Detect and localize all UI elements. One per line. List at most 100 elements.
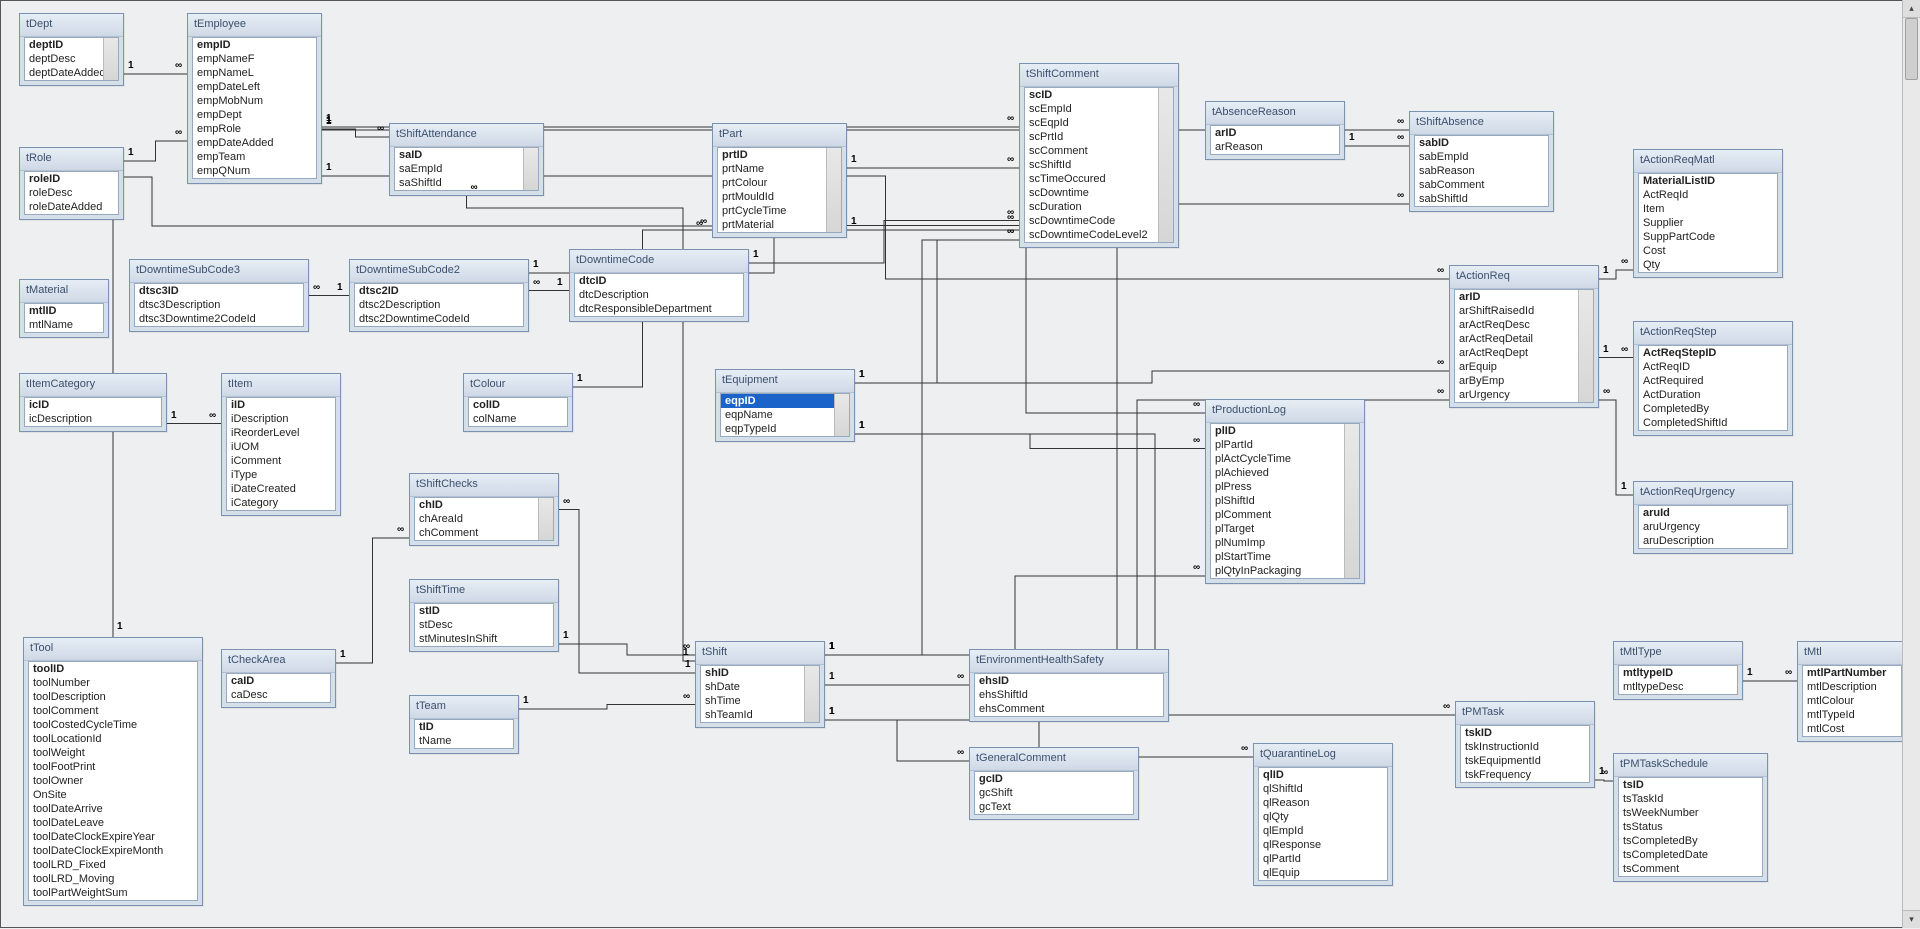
- field-deptID[interactable]: deptID: [25, 38, 118, 52]
- field-list[interactable]: caIDcaDesc: [226, 673, 331, 703]
- field-tsWeekNumber[interactable]: tsWeekNumber: [1619, 806, 1762, 820]
- field-OnSite[interactable]: OnSite: [29, 788, 197, 802]
- table-tShiftChecks[interactable]: tShiftCheckschIDchAreaIdchComment▴▾: [409, 473, 559, 546]
- table-title[interactable]: tItem: [222, 374, 340, 397]
- field-toolDescription[interactable]: toolDescription: [29, 690, 197, 704]
- field-aruDescription[interactable]: aruDescription: [1639, 534, 1787, 548]
- field-saEmpId[interactable]: saEmpId: [395, 162, 538, 176]
- table-title[interactable]: tActionReq: [1450, 266, 1598, 289]
- field-saID[interactable]: saID: [395, 148, 538, 162]
- field-empRole[interactable]: empRole: [193, 122, 316, 136]
- field-qlPartId[interactable]: qlPartId: [1259, 852, 1387, 866]
- field-gcShift[interactable]: gcShift: [975, 786, 1133, 800]
- field-prtID[interactable]: prtID: [718, 148, 841, 162]
- field-arActReqDetail[interactable]: arActReqDetail: [1455, 332, 1593, 346]
- table-title[interactable]: tShiftAbsence: [1410, 112, 1553, 135]
- field-list[interactable]: mtlPartNumbermtlDescriptionmtlColourmtlT…: [1802, 665, 1902, 737]
- field-tsCompletedDate[interactable]: tsCompletedDate: [1619, 848, 1762, 862]
- field-stMinutesInShift[interactable]: stMinutesInShift: [415, 632, 553, 646]
- table-title[interactable]: tEquipment: [716, 370, 854, 393]
- field-list[interactable]: empIDempNameFempNameLempDateLeftempMobNu…: [192, 37, 317, 179]
- table-tPMTaskSchedule[interactable]: tPMTaskScheduletsIDtsTaskIdtsWeekNumbert…: [1613, 753, 1768, 882]
- field-list[interactable]: qlIDqlShiftIdqlReasonqlQtyqlEmpIdqlRespo…: [1258, 767, 1388, 881]
- table-tColour[interactable]: tColourcolIDcolName: [463, 373, 573, 432]
- field-tskFrequency[interactable]: tskFrequency: [1461, 768, 1589, 782]
- field-colName[interactable]: colName: [469, 412, 567, 426]
- field-list[interactable]: saIDsaEmpIdsaShiftId▴▾: [394, 147, 539, 191]
- field-toolDateClockExpireYear[interactable]: toolDateClockExpireYear: [29, 830, 197, 844]
- field-caDesc[interactable]: caDesc: [227, 688, 330, 702]
- field-empID[interactable]: empID: [193, 38, 316, 52]
- field-sabEmpId[interactable]: sabEmpId: [1415, 150, 1548, 164]
- field-list[interactable]: scIDscEmpIdscEqpIdscPrtIdscCommentscShif…: [1024, 87, 1174, 243]
- table-title[interactable]: tQuarantineLog: [1254, 744, 1392, 767]
- table-title[interactable]: tRole: [20, 148, 123, 171]
- table-tShiftComment[interactable]: tShiftCommentscIDscEmpIdscEqpIdscPrtIdsc…: [1019, 63, 1179, 248]
- field-list[interactable]: dtcIDdtcDescriptiondtcResponsibleDepartm…: [574, 273, 744, 317]
- field-gcID[interactable]: gcID: [975, 772, 1133, 786]
- field-dtcID[interactable]: dtcID: [575, 274, 743, 288]
- field-roleDesc[interactable]: roleDesc: [25, 186, 118, 200]
- field-deptDesc[interactable]: deptDesc: [25, 52, 118, 66]
- field-list[interactable]: MaterialListIDActReqIdItemSupplierSuppPa…: [1638, 173, 1778, 273]
- table-tShiftAttendance[interactable]: tShiftAttendancesaIDsaEmpIdsaShiftId▴▾: [389, 123, 544, 196]
- field-arActReqDept[interactable]: arActReqDept: [1455, 346, 1593, 360]
- table-tPMTask[interactable]: tPMTasktskIDtskInstructionIdtskEquipment…: [1455, 701, 1595, 788]
- table-title[interactable]: tShiftComment: [1020, 64, 1178, 87]
- field-tskInstructionId[interactable]: tskInstructionId: [1461, 740, 1589, 754]
- field-chComment[interactable]: chComment: [415, 526, 553, 540]
- field-Supplier[interactable]: Supplier: [1639, 216, 1777, 230]
- field-list[interactable]: prtIDprtNameprtColourprtMouldIdprtCycleT…: [717, 147, 842, 233]
- field-qlQty[interactable]: qlQty: [1259, 810, 1387, 824]
- field-tsTaskId[interactable]: tsTaskId: [1619, 792, 1762, 806]
- field-list[interactable]: plIDplPartIdplActCycleTimeplAchievedplPr…: [1210, 423, 1360, 579]
- table-tDept[interactable]: tDeptdeptIDdeptDescdeptDateAdded▴▾: [19, 13, 124, 86]
- field-mtlName[interactable]: mtlName: [25, 318, 103, 332]
- field-list[interactable]: ActReqStepIDActReqIDActRequiredActDurati…: [1638, 345, 1788, 431]
- table-title[interactable]: tProductionLog: [1206, 400, 1364, 423]
- field-toolPartWeightSum[interactable]: toolPartWeightSum: [29, 886, 197, 900]
- field-iID[interactable]: iID: [227, 398, 335, 412]
- field-plNumImp[interactable]: plNumImp: [1211, 536, 1359, 550]
- table-title[interactable]: tItemCategory: [20, 374, 166, 397]
- field-plID[interactable]: plID: [1211, 424, 1359, 438]
- field-tsStatus[interactable]: tsStatus: [1619, 820, 1762, 834]
- field-qlShiftId[interactable]: qlShiftId: [1259, 782, 1387, 796]
- table-tEquipment[interactable]: tEquipmenteqpIDeqpNameeqpTypeId▴▾: [715, 369, 855, 442]
- field-empDateAdded[interactable]: empDateAdded: [193, 136, 316, 150]
- field-icID[interactable]: icID: [25, 398, 161, 412]
- field-arEquip[interactable]: arEquip: [1455, 360, 1593, 374]
- field-MaterialListID[interactable]: MaterialListID: [1639, 174, 1777, 188]
- field-scShiftId[interactable]: scShiftId: [1025, 158, 1173, 172]
- field-arUrgency[interactable]: arUrgency: [1455, 388, 1593, 402]
- field-list[interactable]: tsIDtsTaskIdtsWeekNumbertsStatustsComple…: [1618, 777, 1763, 877]
- field-caID[interactable]: caID: [227, 674, 330, 688]
- field-chAreaId[interactable]: chAreaId: [415, 512, 553, 526]
- field-qlResponse[interactable]: qlResponse: [1259, 838, 1387, 852]
- vertical-scrollbar[interactable]: ▴ ▾: [1902, 0, 1920, 928]
- field-prtMouldId[interactable]: prtMouldId: [718, 190, 841, 204]
- table-title[interactable]: tMaterial: [20, 280, 108, 303]
- scroll-down-button[interactable]: ▾: [1903, 910, 1920, 928]
- table-tActionReqUrgency[interactable]: tActionReqUrgencyaruIdaruUrgencyaruDescr…: [1633, 481, 1793, 554]
- field-scDowntimeCode[interactable]: scDowntimeCode: [1025, 214, 1173, 228]
- scroll-thumb[interactable]: [1905, 18, 1918, 80]
- table-tAbsenceReason[interactable]: tAbsenceReasonarIDarReason: [1205, 101, 1345, 160]
- field-list[interactable]: eqpIDeqpNameeqpTypeId▴▾: [720, 393, 850, 437]
- field-qlEmpId[interactable]: qlEmpId: [1259, 824, 1387, 838]
- table-title[interactable]: tMtl: [1798, 642, 1906, 665]
- field-list[interactable]: stIDstDescstMinutesInShift: [414, 603, 554, 647]
- table-tDowntimeSubCode3[interactable]: tDowntimeSubCode3dtsc3IDdtsc3Description…: [129, 259, 309, 332]
- field-mtltypeID[interactable]: mtltypeID: [1619, 666, 1737, 680]
- table-title[interactable]: tActionReqStep: [1634, 322, 1792, 345]
- field-scDowntimeCodeLevel2[interactable]: scDowntimeCodeLevel2: [1025, 228, 1173, 242]
- field-list[interactable]: shIDshDateshTimeshTeamId▴▾: [700, 665, 820, 723]
- table-title[interactable]: tPMTask: [1456, 702, 1594, 725]
- field-mtlCost[interactable]: mtlCost: [1803, 722, 1901, 736]
- field-list[interactable]: mtltypeIDmtltypeDesc: [1618, 665, 1738, 695]
- field-shTeamId[interactable]: shTeamId: [701, 708, 819, 722]
- field-arByEmp[interactable]: arByEmp: [1455, 374, 1593, 388]
- table-title[interactable]: tActionReqUrgency: [1634, 482, 1792, 505]
- table-tActionReqStep[interactable]: tActionReqStepActReqStepIDActReqIDActReq…: [1633, 321, 1793, 436]
- table-title[interactable]: tAbsenceReason: [1206, 102, 1344, 125]
